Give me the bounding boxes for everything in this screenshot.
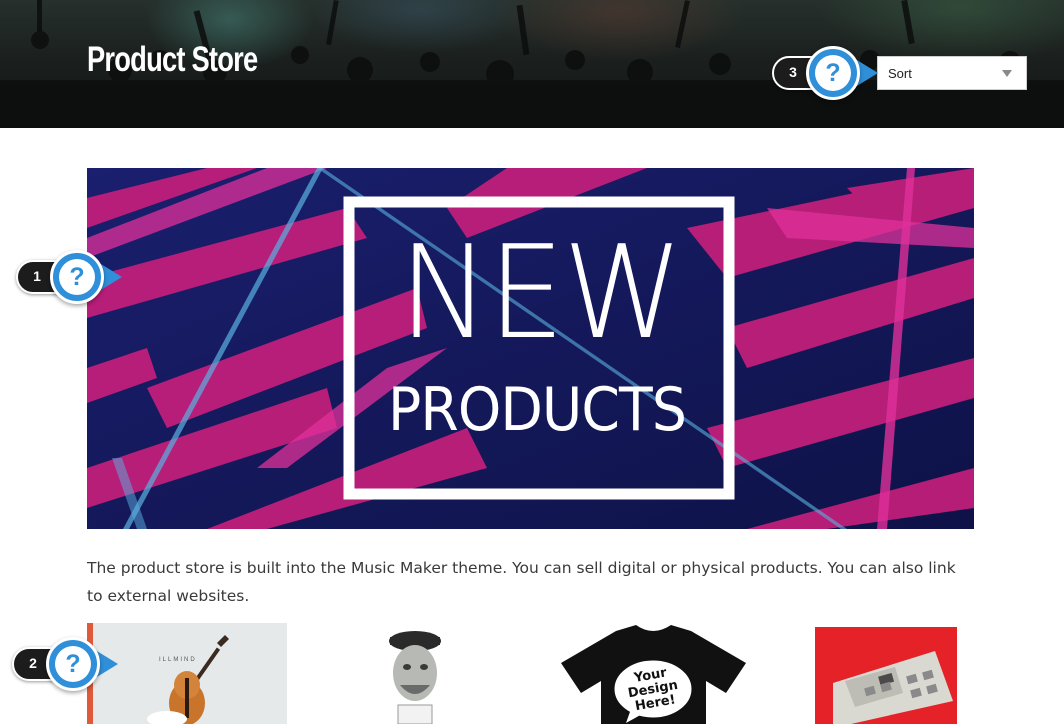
- vinyl-figure-image: [320, 623, 510, 724]
- store-description: The product store is built into the Musi…: [87, 559, 956, 605]
- question-mark-icon: ?: [806, 46, 860, 100]
- hotspot-number: 2: [29, 655, 37, 671]
- banner-headline-products: PRODUCTS: [388, 375, 687, 445]
- hotspot-number: 1: [33, 268, 41, 284]
- product-card-t-shirt[interactable]: Your Design Here!: [556, 623, 751, 724]
- help-hotspot-1[interactable]: 1 ?: [16, 249, 128, 305]
- question-mark-icon: ?: [50, 250, 104, 304]
- sort-selected-value: Sort: [888, 66, 912, 81]
- drum-machine-image: [815, 623, 957, 724]
- banner-headline-new: NEW: [398, 219, 683, 368]
- product-card-drum-machine[interactable]: [815, 623, 957, 724]
- page-header: Product Store Sort: [0, 0, 1064, 128]
- caret-down-icon: [1002, 70, 1012, 77]
- product-card-vinyl-figure[interactable]: [320, 623, 510, 724]
- help-hotspot-3[interactable]: 3 ?: [772, 45, 884, 101]
- question-mark-icon: ?: [46, 637, 100, 691]
- sort-select[interactable]: Sort: [877, 56, 1027, 90]
- album-title-text: ILLMIND: [159, 657, 197, 663]
- page-title: Product Store: [87, 40, 258, 79]
- help-hotspot-2[interactable]: 2 ?: [12, 636, 124, 692]
- new-products-banner: NEW PRODUCTS: [87, 168, 974, 529]
- hotspot-number: 3: [789, 64, 797, 80]
